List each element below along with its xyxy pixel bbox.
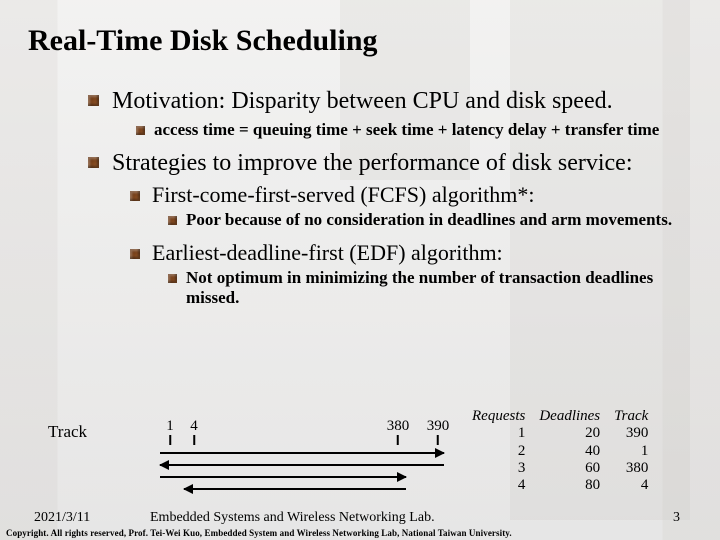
tick-label: 380 — [387, 418, 410, 434]
header-requests: Requests — [472, 408, 525, 425]
bullet-fcfs-sub: Poor because of no consideration in dead… — [168, 210, 692, 230]
cell: 20 — [539, 425, 600, 442]
bullet-edf-sub: Not optimum in minimizing the number of … — [168, 268, 692, 308]
tick-1: 1 — [166, 418, 174, 445]
bullet-text: access time = queuing time + seek time +… — [154, 120, 659, 139]
cell: 1 — [472, 425, 525, 442]
cell: 3 — [472, 460, 525, 477]
cell: 4 — [614, 477, 648, 494]
request-table: Requests 1 2 3 4 Deadlines 20 40 60 80 T… — [472, 408, 648, 494]
bullet-motivation: Motivation: Disparity between CPU and di… — [88, 86, 692, 116]
slide: Real-Time Disk Scheduling Motivation: Di… — [0, 0, 720, 540]
footer-center: Embedded Systems and Wireless Networking… — [150, 510, 435, 526]
cell: 380 — [614, 460, 648, 477]
cell: 1 — [614, 443, 648, 460]
bullet-text: Motivation: Disparity between CPU and di… — [112, 88, 613, 114]
tick-390: 390 — [427, 418, 450, 445]
arrow-right-1 — [160, 452, 444, 454]
bullet-access-equation: access time = queuing time + seek time +… — [136, 120, 692, 140]
footer-page: 3 — [673, 510, 680, 526]
track-axis: 1 4 380 390 — [160, 418, 460, 488]
track-diagram: Track 1 4 380 390 — [60, 394, 660, 494]
arrow-left-2 — [184, 488, 406, 490]
tick-mark — [437, 435, 439, 445]
footer: 2021/3/11 Embedded Systems and Wireless … — [0, 510, 720, 526]
tick-mark — [193, 435, 195, 445]
copyright-line: Copyright. All rights reserved, Prof. Te… — [6, 528, 512, 538]
bullet-text: Earliest-deadline-first (EDF) algorithm: — [152, 240, 503, 265]
tick-label: 390 — [427, 418, 450, 434]
header-track: Track — [614, 408, 648, 425]
cell: 4 — [472, 477, 525, 494]
col-track: Track 390 1 380 4 — [614, 408, 648, 494]
bullet-text: Not optimum in minimizing the number of … — [186, 268, 653, 307]
tick-380: 380 — [387, 418, 410, 445]
header-deadlines: Deadlines — [539, 408, 600, 425]
footer-date: 2021/3/11 — [34, 510, 90, 526]
col-deadlines: Deadlines 20 40 60 80 — [539, 408, 600, 494]
cell: 80 — [539, 477, 600, 494]
cell: 390 — [614, 425, 648, 442]
tick-label: 1 — [166, 418, 174, 434]
bullet-text: Poor because of no consideration in dead… — [186, 210, 672, 229]
tick-label: 4 — [190, 418, 198, 434]
cell: 2 — [472, 443, 525, 460]
cell: 40 — [539, 443, 600, 460]
arrow-right-2 — [160, 476, 406, 478]
bullet-edf: Earliest-deadline-first (EDF) algorithm: — [130, 240, 692, 266]
tick-mark — [397, 435, 399, 445]
bullet-text: Strategies to improve the performance of… — [112, 150, 633, 176]
tick-mark — [169, 435, 171, 445]
arrow-left-1 — [160, 464, 444, 466]
col-requests: Requests 1 2 3 4 — [472, 408, 525, 494]
slide-title: Real-Time Disk Scheduling — [28, 24, 692, 58]
bullet-text: First-come-first-served (FCFS) algorithm… — [152, 182, 535, 207]
bullet-strategies: Strategies to improve the performance of… — [88, 148, 692, 178]
tick-4: 4 — [190, 418, 198, 445]
bullet-fcfs: First-come-first-served (FCFS) algorithm… — [130, 182, 692, 208]
cell: 60 — [539, 460, 600, 477]
track-axis-label: Track — [48, 422, 87, 442]
